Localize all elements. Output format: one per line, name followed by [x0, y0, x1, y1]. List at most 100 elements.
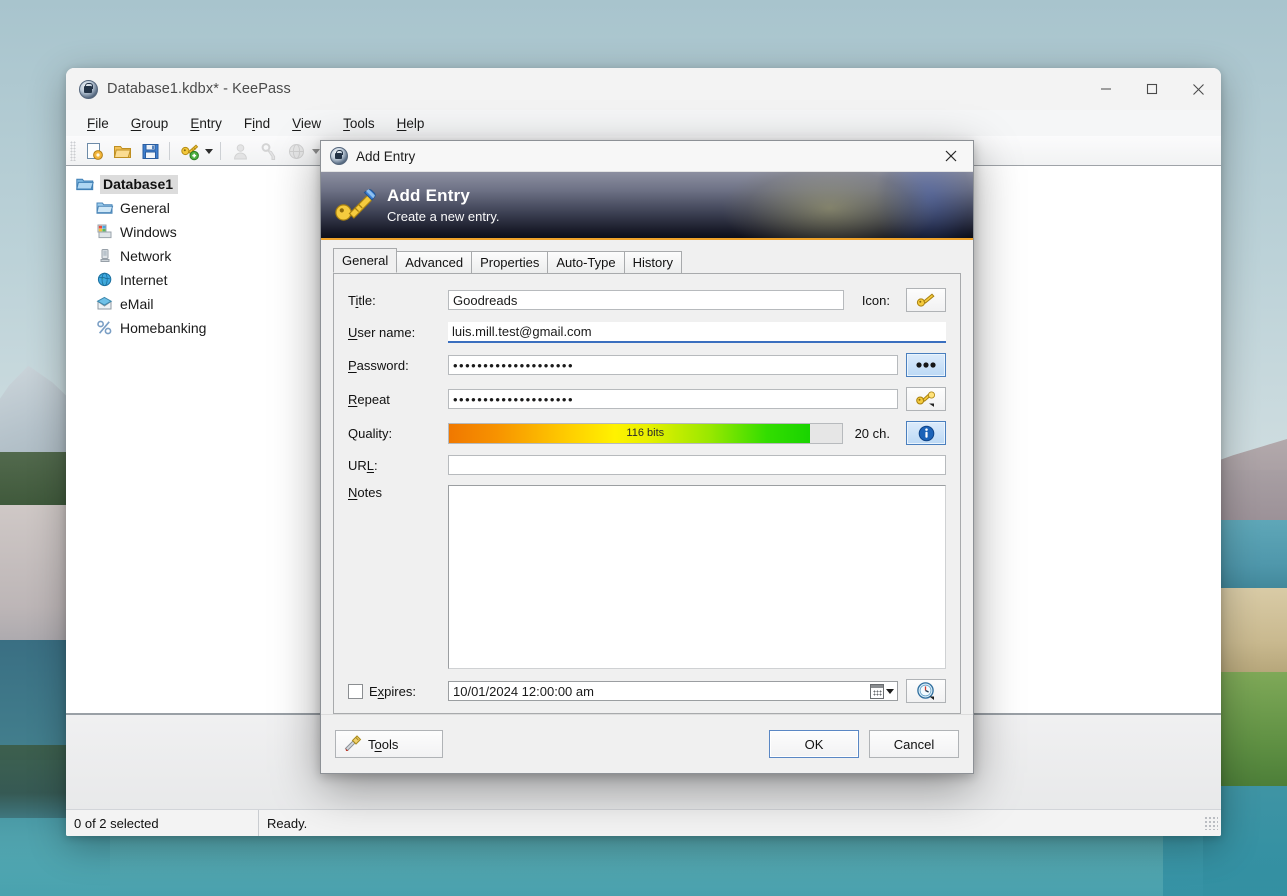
- expires-row: Expires: 10/01/2024 12:00:00 am: [348, 679, 946, 703]
- dialog-banner: Add Entry Create a new entry.: [321, 172, 973, 240]
- title-input[interactable]: [448, 290, 844, 310]
- chevron-down-icon[interactable]: [886, 689, 894, 694]
- main-menubar: File Group Entry Find View Tools Help: [66, 110, 1221, 136]
- notes-label: Notes: [348, 485, 448, 669]
- dialog-title: Add Entry: [356, 149, 415, 164]
- clock-icon[interactable]: [906, 679, 946, 703]
- toolbar-grip[interactable]: [70, 141, 76, 161]
- password-input[interactable]: [448, 355, 898, 375]
- password-quality-bits: 116 bits: [449, 424, 842, 443]
- resize-grip[interactable]: [1204, 816, 1218, 830]
- maximize-icon[interactable]: [1129, 68, 1175, 110]
- tree-label-network: Network: [120, 248, 171, 264]
- open-database-icon[interactable]: [109, 139, 135, 163]
- tab-advanced[interactable]: Advanced: [396, 251, 472, 273]
- add-entry-icon[interactable]: [176, 139, 202, 163]
- banner-subtitle: Create a new entry.: [387, 209, 499, 224]
- tab-auto-type[interactable]: Auto-Type: [547, 251, 624, 273]
- close-icon[interactable]: [929, 141, 973, 171]
- tab-general[interactable]: General: [333, 248, 397, 273]
- icon-picker-button[interactable]: [906, 288, 946, 312]
- menu-help[interactable]: Help: [386, 114, 436, 133]
- url-label: URL:: [348, 458, 448, 473]
- key-gear-icon[interactable]: [906, 387, 946, 411]
- repeat-input[interactable]: [448, 389, 898, 409]
- tab-properties[interactable]: Properties: [471, 251, 548, 273]
- title-row: Title: Icon:: [348, 288, 946, 312]
- calendar-icon: [870, 684, 884, 699]
- tree-label-email: eMail: [120, 296, 153, 312]
- username-input[interactable]: [448, 322, 946, 343]
- keepass-lock-icon: [79, 80, 98, 99]
- tree-label-general: General: [120, 200, 170, 216]
- dialog-footer: Tools OK Cancel: [321, 714, 973, 773]
- tools-icon: [344, 735, 362, 754]
- password-row: Password:: [348, 353, 946, 377]
- add-entry-dialog: Add Entry Add Entry Create a new entry.: [320, 140, 974, 774]
- ok-button[interactable]: OK: [769, 730, 859, 758]
- expires-date-value: 10/01/2024 12:00:00 am: [453, 684, 594, 699]
- window-controls: [1083, 68, 1221, 110]
- main-titlebar[interactable]: Database1.kdbx* - KeePass: [66, 68, 1221, 110]
- dialog-titlebar[interactable]: Add Entry: [321, 141, 973, 172]
- title-label: Title:: [348, 293, 448, 308]
- quality-label: Quality:: [348, 426, 448, 441]
- minimize-icon[interactable]: [1083, 68, 1129, 110]
- percent-icon: [96, 320, 114, 336]
- banner-title: Add Entry: [387, 186, 499, 206]
- icon-label: Icon:: [862, 293, 890, 308]
- folder-icon: [96, 200, 114, 216]
- windows-icon: [96, 224, 114, 240]
- copy-username-icon: [227, 139, 253, 163]
- repeat-label: Repeat: [348, 392, 448, 407]
- tree-label-homebanking: Homebanking: [120, 320, 206, 336]
- three-dots-icon[interactable]: [906, 353, 946, 377]
- toolbar-separator-1: [169, 142, 170, 160]
- menu-tools[interactable]: Tools: [332, 114, 386, 133]
- tools-button[interactable]: Tools: [335, 730, 443, 758]
- menu-view[interactable]: View: [281, 114, 332, 133]
- add-entry-dropdown-caret[interactable]: [203, 139, 215, 163]
- dialog-content: General Advanced Properties Auto-Type Hi…: [321, 240, 973, 714]
- menu-file[interactable]: File: [76, 114, 120, 133]
- wallpaper-bottom-wash: [0, 836, 1287, 896]
- menu-find[interactable]: Find: [233, 114, 281, 133]
- key-pencil-icon: [321, 182, 387, 228]
- password-char-count: 20 ch.: [855, 426, 890, 441]
- main-window-title: Database1.kdbx* - KeePass: [107, 81, 291, 97]
- copy-password-icon: [255, 139, 281, 163]
- statusbar-selection: 0 of 2 selected: [66, 810, 259, 836]
- statusbar-status: Ready.: [259, 810, 315, 836]
- username-label: User name:: [348, 325, 448, 340]
- footer-actions: OK Cancel: [769, 730, 959, 758]
- toolbar-separator-2: [220, 142, 221, 160]
- expires-date-input[interactable]: 10/01/2024 12:00:00 am: [448, 681, 898, 701]
- cancel-button[interactable]: Cancel: [869, 730, 959, 758]
- repeat-row: Repeat: [348, 387, 946, 411]
- save-database-icon[interactable]: [137, 139, 163, 163]
- username-row: User name:: [348, 322, 946, 343]
- date-spinner[interactable]: [870, 684, 897, 699]
- expires-checkbox[interactable]: [348, 684, 363, 699]
- quality-row: Quality: 116 bits 20 ch.: [348, 421, 946, 445]
- url-input[interactable]: [448, 455, 946, 475]
- info-icon[interactable]: [906, 421, 946, 445]
- open-url-icon: [283, 139, 309, 163]
- notes-textarea[interactable]: [448, 485, 946, 669]
- statusbar: 0 of 2 selected Ready.: [66, 809, 1221, 836]
- menu-entry[interactable]: Entry: [179, 114, 233, 133]
- keepass-lock-icon: [330, 147, 348, 165]
- new-database-icon[interactable]: [81, 139, 107, 163]
- general-tab-panel: Title: Icon: User name: Password:: [333, 274, 961, 714]
- url-row: URL:: [348, 455, 946, 475]
- dialog-tabstrip: General Advanced Properties Auto-Type Hi…: [333, 250, 961, 274]
- banner-text: Add Entry Create a new entry.: [387, 186, 499, 224]
- tree-label-database1: Database1: [100, 175, 178, 194]
- tools-button-label: Tools: [368, 737, 398, 752]
- network-icon: [96, 248, 114, 264]
- menu-group[interactable]: Group: [120, 114, 180, 133]
- notes-row: Notes: [348, 485, 946, 669]
- expires-label: Expires:: [369, 684, 416, 699]
- close-icon[interactable]: [1175, 68, 1221, 110]
- tab-history[interactable]: History: [624, 251, 682, 273]
